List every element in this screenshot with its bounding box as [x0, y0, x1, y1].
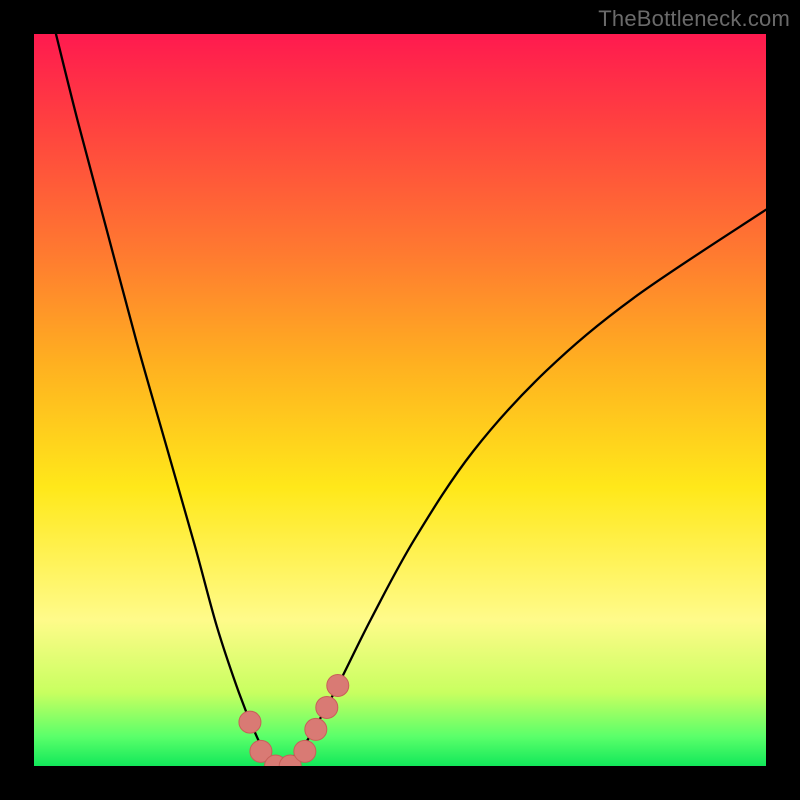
curve-layer: [34, 34, 766, 766]
series-bottleneck-curve-right: [283, 210, 766, 766]
series-bottleneck-curve-left: [56, 34, 283, 766]
valley-marker: [327, 674, 349, 696]
valley-marker: [294, 740, 316, 762]
chart-stage: TheBottleneck.com: [0, 0, 800, 800]
valley-marker: [239, 711, 261, 733]
plot-area: [34, 34, 766, 766]
valley-marker: [305, 718, 327, 740]
watermark-text: TheBottleneck.com: [598, 6, 790, 32]
valley-marker: [316, 696, 338, 718]
